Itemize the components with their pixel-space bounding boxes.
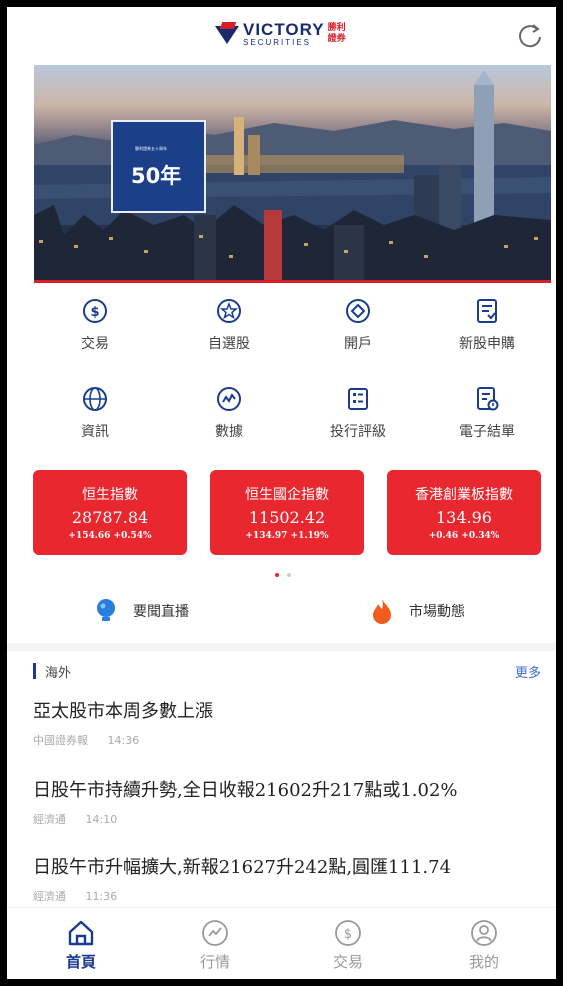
index-change: +0.46 +0.34% [428,531,500,541]
grid-label-trade: 交易 [81,336,109,352]
news-source: 經濟通 [33,813,66,826]
quick-link-label: 市場動態 [409,604,465,620]
news-list-item[interactable]: 日股午市升幅擴大,新報21627升242點,圓匯111.74 經濟通 11:36 [33,853,543,904]
grid-item-watchlist[interactable]: 自選股 [169,297,289,353]
grid-label-watchlist: 自選股 [208,336,250,352]
news-meta: 中國證券報 14:36 [33,732,543,748]
tab-market[interactable]: 行情 [175,918,255,972]
statement-icon [477,387,499,411]
news-source: 中國證券報 [33,734,88,747]
index-name: 恒生指數 [82,487,138,503]
ipo-form-icon [477,299,497,323]
logo-mark-icon [215,22,239,46]
news-source: 經濟通 [33,890,66,903]
star-circle-icon [217,299,241,323]
tab-label: 交易 [332,953,363,971]
carousel-dot-active[interactable] [275,573,279,577]
index-change: +154.66 +0.54% [68,531,152,541]
index-name: 恒生國企指數 [245,487,329,503]
lightbulb-icon [97,599,115,621]
grid-item-data[interactable]: 數據 [169,385,289,441]
grid-label-news: 資訊 [81,424,109,440]
trade-icon: $ [335,920,361,946]
tab-label: 我的 [468,953,499,971]
market-icon [202,920,228,946]
news-time: 14:36 [107,734,140,747]
profile-icon [471,920,497,946]
brand-cn-2: 證券 [327,34,346,44]
bottom-tab-bar: 首頁 行情 $ 交易 我的 [7,907,556,979]
anniversary-badge: 勝利證券五十周年 50年 [111,120,206,213]
index-card-hsi[interactable]: 恒生指數 28787.84 +154.66 +0.54% [33,470,187,555]
news-list-item[interactable]: 日股午市持續升勢,全日收報21602升217點或1.02% 經濟通 14:10 [33,776,543,827]
rating-grid-icon [348,388,368,410]
brand-name: VICTORY [243,20,325,39]
brand-subname: SECURITIES [243,38,312,47]
tab-profile[interactable]: 我的 [444,918,524,972]
index-card-hscei[interactable]: 恒生國企指數 11502.42 +134.97 +1.19% [210,470,364,555]
index-value: 134.96 [436,508,492,527]
grid-item-ipo[interactable]: 新股申購 [427,297,547,353]
svg-text:$: $ [344,927,352,942]
news-header: 海外 更多 [7,653,556,689]
index-value: 11502.42 [248,508,326,527]
grid-item-trade[interactable]: $ 交易 [35,297,155,353]
tab-label: 首頁 [65,953,96,971]
flame-icon [373,599,391,624]
index-card-gem[interactable]: 香港創業板指數 134.96 +0.46 +0.34% [387,470,541,555]
grid-item-statement[interactable]: 電子結單 [427,385,547,441]
chart-circle-icon [217,387,241,411]
index-change: +134.97 +1.19% [245,531,329,541]
index-name: 香港創業板指數 [415,487,513,503]
section-divider [7,643,556,651]
grid-label-data: 數據 [215,424,243,440]
tab-trade[interactable]: $ 交易 [308,918,388,972]
grid-item-news[interactable]: 資訊 [35,385,155,441]
carousel-indicator [275,573,291,577]
globe-icon [83,387,107,411]
index-value: 28787.84 [71,508,149,527]
grid-label-rating: 投行評級 [330,424,386,440]
quick-link-news-live[interactable]: 要聞直播 [95,598,189,624]
news-title: 亞太股市本周多數上漲 [33,701,213,722]
section-marker [33,663,36,679]
carousel-dot[interactable] [287,573,291,577]
news-section-title: 海外 [45,666,72,681]
banner-underline [34,280,551,283]
news-time: 14:10 [85,813,118,826]
news-more-link[interactable]: 更多 [515,662,541,681]
svg-text:$: $ [90,305,99,320]
news-time: 11:36 [85,890,118,903]
news-list-item[interactable]: 亞太股市本周多數上漲 中國證券報 14:36 [33,697,543,748]
refresh-icon[interactable] [515,21,545,51]
badge-caption: 勝利證券五十周年 [135,146,167,151]
diamond-circle-icon [346,299,370,323]
header: VICTORY SECURITIES 勝利 證券 [7,7,556,63]
tab-home[interactable]: 首頁 [41,918,121,972]
quick-link-market-news[interactable]: 市場動態 [371,598,465,624]
app-screen: VICTORY SECURITIES 勝利 證券 勝利證券五十周年 50年 $ … [7,7,556,979]
grid-label-ipo: 新股申購 [459,336,515,352]
grid-item-open-account[interactable]: 開戶 [298,297,418,353]
dollar-circle-icon: $ [83,299,107,323]
tab-label: 行情 [199,953,230,971]
news-meta: 經濟通 14:10 [33,811,543,827]
news-meta: 經濟通 11:36 [33,888,543,904]
news-title: 日股午市持續升勢,全日收報21602升217點或1.02% [33,780,458,801]
grid-label-open-account: 開戶 [344,336,372,352]
home-icon [68,920,94,946]
promo-banner[interactable]: 勝利證券五十周年 50年 [34,65,551,283]
victory-securities-logo: VICTORY SECURITIES 勝利 證券 [215,21,346,47]
quick-link-label: 要聞直播 [133,604,189,620]
grid-label-statement: 電子結單 [459,424,515,440]
grid-item-rating[interactable]: 投行評級 [298,385,418,441]
brand-cn-1: 勝利 [327,23,346,33]
badge-title: 50年 [131,164,182,188]
news-title: 日股午市升幅擴大,新報21627升242點,圓匯111.74 [33,857,452,878]
